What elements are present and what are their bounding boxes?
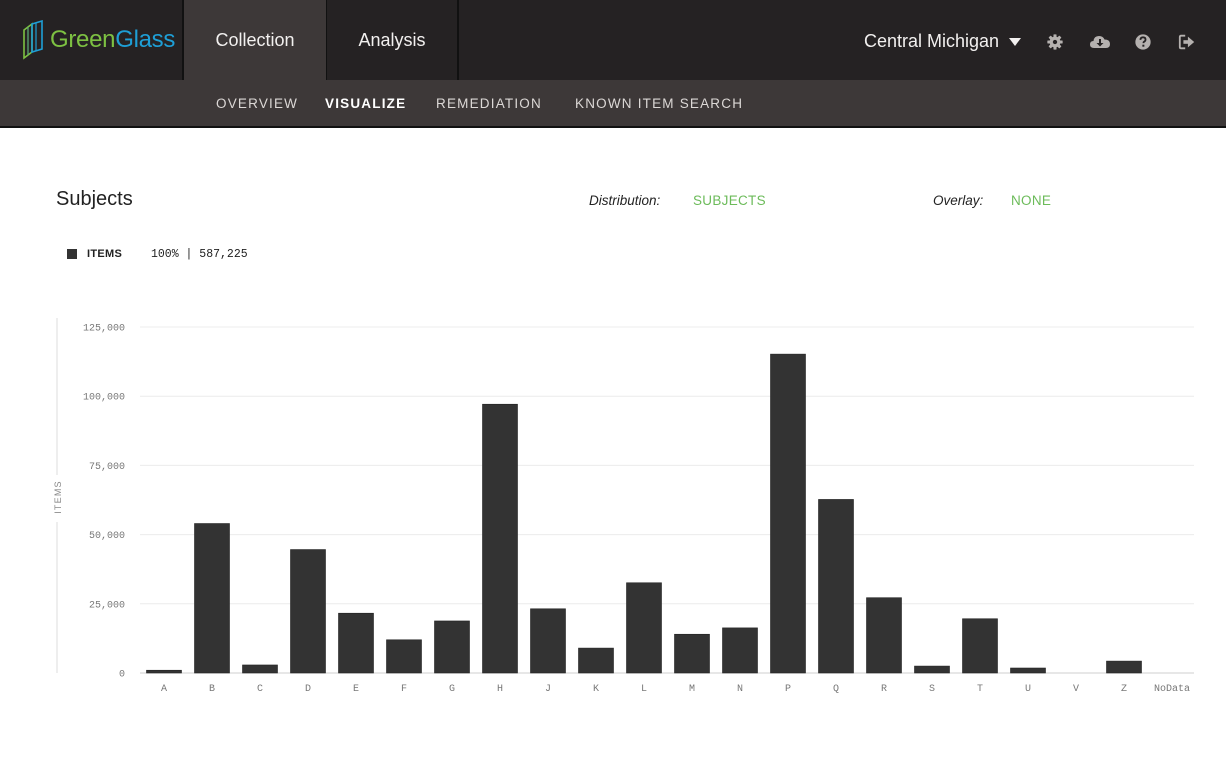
y-tick-label: 125,000 (83, 324, 125, 335)
organization-dropdown[interactable]: Central Michigan (864, 28, 1022, 54)
x-tick-label-H: H (497, 684, 503, 695)
bars (146, 353, 1142, 674)
legend-swatch (67, 249, 77, 259)
logo[interactable]: GreenGlass (22, 20, 175, 60)
tab-collection[interactable]: Collection (184, 0, 326, 80)
bar-K (578, 647, 614, 674)
page-title: Subjects (56, 188, 133, 210)
y-tick-label: 75,000 (89, 462, 125, 473)
x-tick-label-J: J (545, 684, 551, 695)
x-tick-label-F: F (401, 684, 407, 695)
x-tick-label-T: T (977, 684, 983, 695)
sub-navigation: OVERVIEW VISUALIZE REMEDIATION KNOWN ITE… (0, 80, 1226, 128)
overlay-selector[interactable]: NONE (1011, 193, 1051, 208)
subnav-remediation-label: REMEDIATION (436, 95, 542, 111)
x-tick-label-G: G (449, 684, 455, 695)
tab-divider (457, 0, 459, 80)
legend-label: ITEMS (87, 248, 123, 260)
caret-down-icon (1009, 38, 1022, 46)
brand-name-blue: Glass (115, 26, 176, 53)
help-icon[interactable] (1134, 33, 1152, 51)
legend-total: 100% | 587,225 (151, 248, 248, 261)
bar-H (482, 403, 518, 674)
x-tick-label-B: B (209, 684, 215, 695)
tab-analysis[interactable]: Analysis (327, 0, 457, 80)
y-tick-label: 50,000 (89, 531, 125, 542)
gear-icon[interactable] (1046, 33, 1064, 51)
distribution-label: Distribution: (589, 193, 661, 208)
y-tick-label: 25,000 (89, 600, 125, 611)
x-tick-label-M: M (689, 684, 695, 695)
y-tick-label: 100,000 (83, 393, 125, 404)
bar-N (722, 627, 758, 674)
tab-analysis-label: Analysis (358, 29, 426, 50)
bar-E (338, 612, 374, 674)
x-tick-label-V: V (1073, 684, 1079, 695)
bar-U (1010, 667, 1046, 674)
top-bar: GreenGlass Collection Analysis Central M… (0, 0, 1226, 80)
x-tick-label-C: C (257, 684, 263, 695)
subnav-visualize[interactable]: VISUALIZE (325, 80, 406, 126)
bar-A (146, 669, 182, 674)
bar-S (914, 665, 950, 674)
bar-M (674, 633, 710, 674)
subjects-bar-chart: 0 25,000 50,000 75,000 100,000 125,000 ITEMS A… (53, 318, 1194, 695)
subnav-known-item-search-label: KNOWN ITEM SEARCH (575, 95, 744, 111)
x-tick-label-N: N (737, 684, 743, 695)
x-tick-label-A: A (161, 684, 167, 695)
bar-J (530, 608, 566, 674)
y-tick-label: 0 (119, 670, 125, 681)
x-tick-label-K: K (593, 684, 599, 695)
bar-R (866, 597, 902, 674)
organization-name: Central Michigan (864, 30, 1000, 51)
brand-name-green: Green (50, 26, 116, 53)
x-tick-label-E: E (353, 684, 359, 695)
brand-name: GreenGlass (50, 26, 175, 54)
x-tick-label-S: S (929, 684, 935, 695)
x-tick-label-Z: Z (1121, 684, 1127, 695)
x-tick-label-L: L (641, 684, 647, 695)
x-tick-label-U: U (1025, 684, 1031, 695)
bar-C (242, 664, 278, 674)
subnav-visualize-label: VISUALIZE (325, 95, 407, 111)
x-tick-label-NoData: NoData (1154, 684, 1190, 695)
subnav-known-item-search[interactable]: KNOWN ITEM SEARCH (575, 80, 743, 126)
legend-item: ITEMS (67, 248, 122, 260)
bar-P (770, 353, 806, 674)
bar-Q (818, 499, 854, 674)
bar-T (962, 618, 998, 674)
x-tick-label-R: R (881, 684, 887, 695)
subnav-overview[interactable]: OVERVIEW (216, 80, 298, 126)
subnav-remediation[interactable]: REMEDIATION (436, 80, 542, 126)
cloud-download-icon[interactable] (1089, 33, 1111, 51)
x-tick-label-Q: Q (833, 684, 839, 695)
bar-F (386, 639, 422, 674)
overlay-label: Overlay: (933, 193, 984, 208)
x-tick-label-P: P (785, 684, 791, 695)
x-tick-label-D: D (305, 684, 311, 695)
glass-logo-icon (22, 20, 44, 60)
bar-B (194, 523, 230, 674)
y-axis: 0 25,000 50,000 75,000 100,000 125,000 ITEMS (53, 318, 125, 681)
sign-out-icon[interactable] (1178, 33, 1196, 51)
y-axis-title: ITEMS (53, 480, 63, 514)
subnav-overview-label: OVERVIEW (216, 95, 299, 111)
bar-D (290, 549, 326, 674)
bar-G (434, 620, 470, 674)
tab-collection-label: Collection (215, 29, 295, 50)
bar-L (626, 582, 662, 674)
distribution-selector[interactable]: SUBJECTS (693, 193, 766, 208)
x-axis-labels: A B C D E F G H J K L M N P Q R S T U V Z NoData (161, 684, 1190, 695)
bar-Z (1106, 660, 1142, 674)
